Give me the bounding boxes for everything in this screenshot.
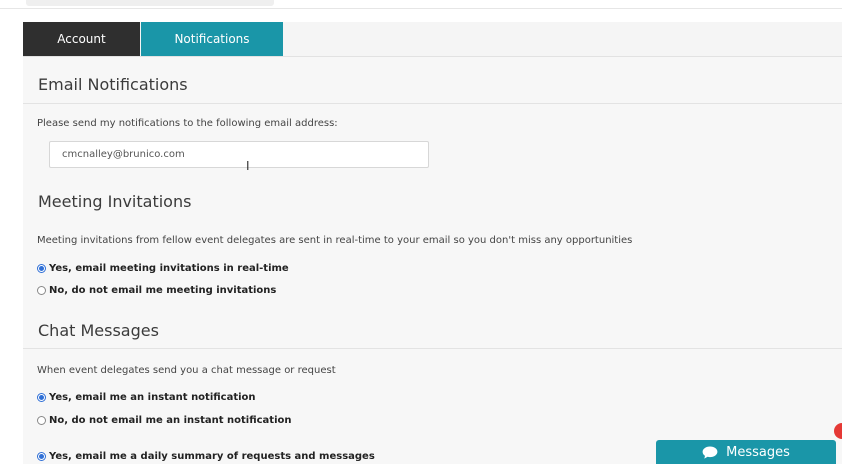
radio-meetings-yes[interactable]: Yes, email meeting invitations in real-t… xyxy=(37,263,289,274)
divider xyxy=(23,103,842,104)
tab-bar: Account Notifications xyxy=(23,22,842,57)
email-section-title: Email Notifications xyxy=(38,75,188,94)
meetings-section-title: Meeting Invitations xyxy=(38,192,192,211)
radio-unchecked-icon xyxy=(37,286,46,295)
chat-bubble-icon xyxy=(702,446,718,459)
divider xyxy=(23,348,842,349)
notifications-panel: Email Notifications Please send my notif… xyxy=(23,57,842,464)
radio-label: Yes, email meeting invitations in real-t… xyxy=(49,263,289,274)
radio-chat-daily-summary[interactable]: Yes, email me a daily summary of request… xyxy=(37,451,375,462)
email-field[interactable] xyxy=(49,141,429,168)
tab-notifications[interactable]: Notifications xyxy=(141,22,283,56)
radio-checked-icon xyxy=(37,264,46,273)
radio-label: Yes, email me an instant notification xyxy=(49,392,256,403)
radio-label: No, do not email me meeting invitations xyxy=(49,285,277,296)
radio-meetings-no[interactable]: No, do not email me meeting invitations xyxy=(37,285,276,296)
radio-label: Yes, email me a daily summary of request… xyxy=(49,451,375,462)
text-cursor-icon: I xyxy=(246,159,250,173)
messages-button[interactable]: Messages xyxy=(656,440,836,464)
radio-unchecked-icon xyxy=(37,416,46,425)
tab-account[interactable]: Account xyxy=(23,22,140,56)
radio-chat-instant-no[interactable]: No, do not email me an instant notificat… xyxy=(37,415,292,426)
top-strip xyxy=(26,0,274,6)
radio-label: No, do not email me an instant notificat… xyxy=(49,415,292,426)
chat-section-description: When event delegates send you a chat mes… xyxy=(37,365,336,376)
top-bar xyxy=(0,0,842,9)
radio-checked-icon xyxy=(37,393,46,402)
chat-section-title: Chat Messages xyxy=(38,321,159,340)
radio-checked-icon xyxy=(37,452,46,461)
messages-button-label: Messages xyxy=(726,444,790,460)
radio-chat-instant-yes[interactable]: Yes, email me an instant notification xyxy=(37,392,256,403)
meetings-section-description: Meeting invitations from fellow event de… xyxy=(37,235,633,246)
email-section-description: Please send my notifications to the foll… xyxy=(37,118,338,129)
